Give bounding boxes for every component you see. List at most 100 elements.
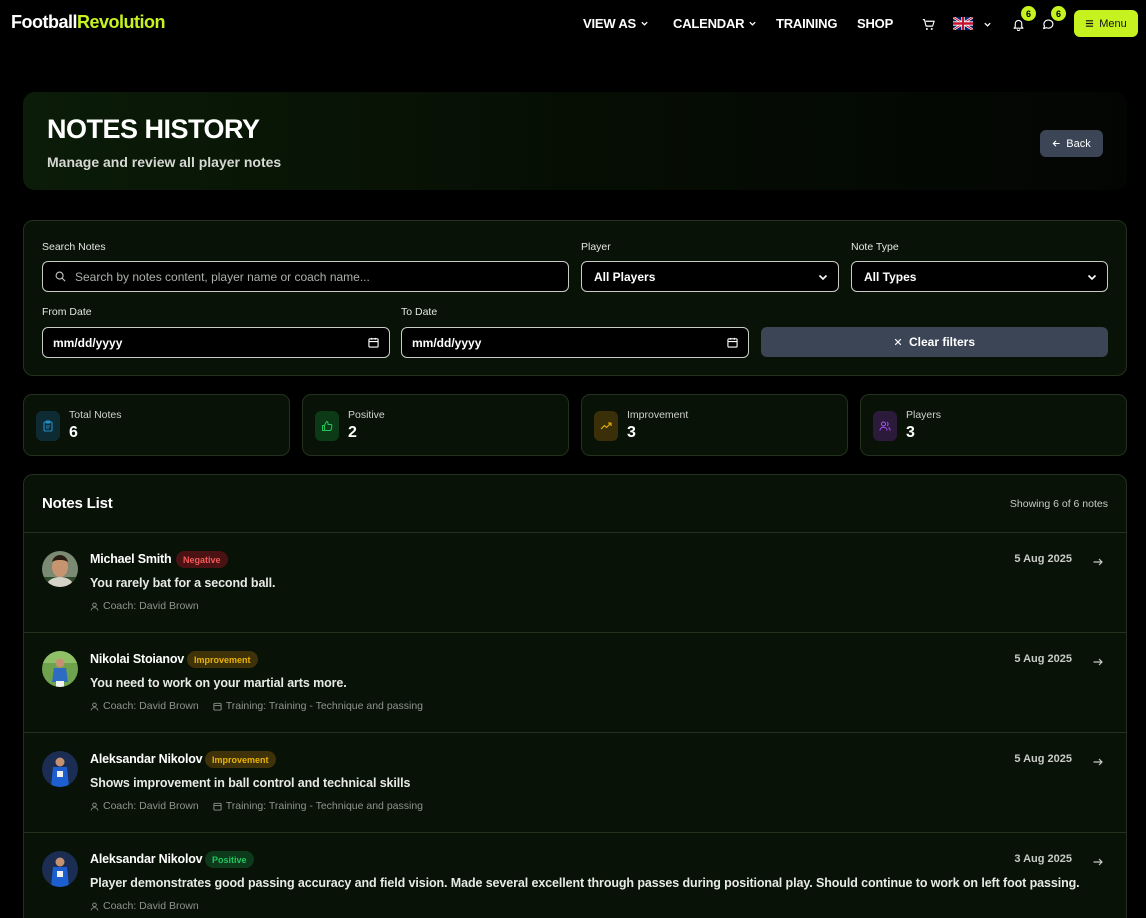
- arrow-right-icon[interactable]: [1092, 756, 1104, 768]
- note-type-select[interactable]: All Types: [851, 261, 1108, 292]
- to-date-value: mm/dd/yyyy: [412, 335, 482, 350]
- note-text: Shows improvement in ball control and te…: [90, 776, 411, 790]
- from-date-value: mm/dd/yyyy: [53, 335, 123, 350]
- notes-count-text: Showing 6 of 6 notes: [1009, 498, 1108, 510]
- note-type-select-value: All Types: [864, 269, 917, 284]
- note-player-name: Aleksandar Nikolov: [90, 852, 203, 866]
- stat-value: 3: [906, 424, 915, 441]
- close-icon: [894, 338, 902, 346]
- user-icon: [90, 902, 99, 911]
- back-label: Back: [1066, 137, 1091, 150]
- chevron-down-icon: [749, 21, 756, 26]
- language-flag-icon[interactable]: [953, 17, 973, 30]
- nav-view-as[interactable]: VIEW AS: [583, 16, 649, 31]
- note-date: 5 Aug 2025: [1014, 653, 1072, 665]
- player-select[interactable]: All Players: [581, 261, 839, 292]
- top-navbar: FootballRevolution VIEW AS CALENDAR TRAI…: [0, 0, 1146, 48]
- clipboard-icon: [36, 411, 60, 441]
- arrow-left-icon: [1052, 140, 1060, 147]
- notifications-count-badge: 6: [1021, 6, 1036, 21]
- menu-button[interactable]: Menu: [1074, 10, 1138, 37]
- note-meta: Coach: David Brown: [90, 600, 199, 612]
- chevron-down-icon: [818, 274, 828, 280]
- note-training: Training: Training - Technique and passi…: [225, 700, 424, 712]
- stat-value: 3: [627, 424, 636, 441]
- avatar: [42, 551, 78, 587]
- page-title: NOTES HISTORY: [47, 114, 260, 144]
- search-icon: [55, 271, 66, 282]
- nav-calendar-label: CALENDAR: [673, 16, 745, 31]
- trending-up-icon: [594, 411, 618, 441]
- notes-list: Notes List Showing 6 of 6 notes Michael …: [23, 474, 1127, 918]
- cart-button[interactable]: [920, 16, 936, 32]
- users-icon: [873, 411, 897, 441]
- nav-training-label: TRAINING: [776, 16, 838, 31]
- player-label: Player: [581, 241, 611, 253]
- note-meta: Coach: David Brown: [90, 900, 199, 912]
- from-date-label: From Date: [42, 306, 92, 318]
- language-dropdown[interactable]: [979, 16, 995, 32]
- note-date: 3 Aug 2025: [1014, 853, 1072, 865]
- stat-total-notes: Total Notes 6: [23, 394, 290, 456]
- page-subtitle: Manage and review all player notes: [47, 154, 282, 170]
- stat-improvement: Improvement 3: [581, 394, 848, 456]
- calendar-icon: [368, 337, 379, 348]
- note-type-label: Note Type: [851, 241, 899, 253]
- stat-label: Total Notes: [69, 409, 122, 421]
- bell-icon: [1012, 19, 1024, 31]
- hamburger-icon: [1086, 20, 1094, 27]
- note-date: 5 Aug 2025: [1014, 753, 1072, 765]
- stat-label: Positive: [348, 409, 385, 421]
- user-icon: [90, 602, 99, 611]
- note-coach: Coach: David Brown: [103, 800, 199, 812]
- avatar: [42, 751, 78, 787]
- note-item[interactable]: Michael Smith Negative You rarely bat fo…: [24, 533, 1126, 633]
- search-input[interactable]: Search by notes content, player name or …: [42, 261, 569, 292]
- stat-positive: Positive 2: [302, 394, 569, 456]
- brand-logo[interactable]: FootballRevolution: [11, 12, 166, 33]
- avatar: [42, 851, 78, 887]
- page-header: NOTES HISTORY Manage and review all play…: [23, 92, 1127, 190]
- nav-shop-label: SHOP: [857, 16, 894, 31]
- note-type-badge: Improvement: [205, 751, 276, 768]
- note-meta: Coach: David Brown Training: Training - …: [90, 800, 423, 812]
- nav-calendar[interactable]: CALENDAR: [673, 16, 757, 31]
- stat-value: 2: [348, 424, 357, 441]
- arrow-right-icon[interactable]: [1092, 656, 1104, 668]
- stat-label: Players: [906, 409, 942, 421]
- note-date: 5 Aug 2025: [1014, 553, 1072, 565]
- nav-training[interactable]: TRAINING: [776, 16, 837, 31]
- from-date-input[interactable]: mm/dd/yyyy: [42, 327, 390, 358]
- to-date-label: To Date: [401, 306, 438, 318]
- note-type-badge: Negative: [176, 551, 228, 568]
- notes-list-title: Notes List: [42, 495, 113, 512]
- thumbs-up-icon: [315, 411, 339, 441]
- nav-shop[interactable]: SHOP: [857, 16, 893, 31]
- nav-view-as-label: VIEW AS: [583, 16, 637, 31]
- note-text: Player demonstrates good passing accurac…: [90, 876, 1080, 890]
- note-item[interactable]: Aleksandar Nikolov Positive Player demon…: [24, 833, 1126, 918]
- calendar-icon: [727, 337, 738, 348]
- note-item[interactable]: Nikolai Stoianov Improvement You need to…: [24, 633, 1126, 733]
- menu-label: Menu: [1099, 17, 1127, 30]
- note-player-name: Aleksandar Nikolov: [90, 752, 203, 766]
- note-player-name: Michael Smith: [90, 552, 172, 566]
- user-icon: [90, 702, 99, 711]
- to-date-input[interactable]: mm/dd/yyyy: [401, 327, 749, 358]
- calendar-icon: [213, 802, 222, 811]
- stat-players: Players 3: [860, 394, 1127, 456]
- note-training: Training: Training - Technique and passi…: [225, 800, 424, 812]
- stat-value: 6: [69, 424, 78, 441]
- back-button[interactable]: Back: [1040, 130, 1103, 157]
- chevron-down-icon: [641, 21, 648, 26]
- logo-part2: Revolution: [77, 12, 166, 32]
- note-item[interactable]: Aleksandar Nikolov Improvement Shows imp…: [24, 733, 1126, 833]
- arrow-right-icon[interactable]: [1092, 856, 1104, 868]
- logo-part1: Football: [11, 12, 78, 32]
- search-placeholder: Search by notes content, player name or …: [75, 269, 370, 284]
- note-player-name: Nikolai Stoianov: [90, 652, 185, 666]
- messages-count-badge: 6: [1051, 6, 1066, 21]
- note-text: You rarely bat for a second ball.: [90, 576, 276, 590]
- clear-filters-button[interactable]: Clear filters: [761, 327, 1108, 357]
- arrow-right-icon[interactable]: [1092, 556, 1104, 568]
